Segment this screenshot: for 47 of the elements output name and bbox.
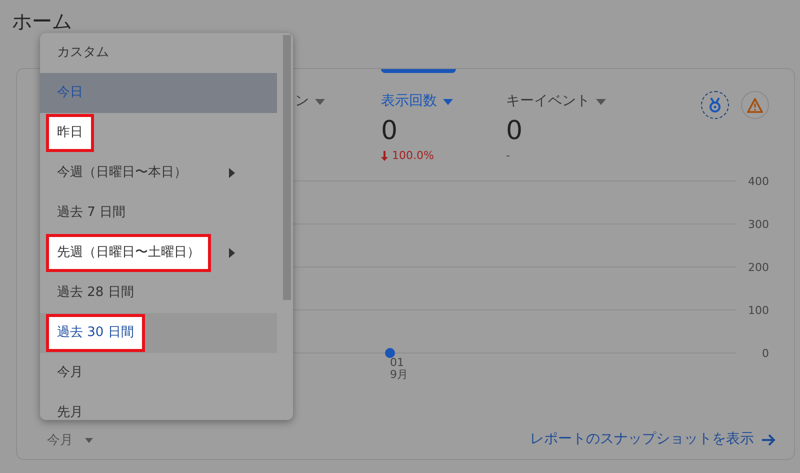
axis-tick-label: 01 9月 xyxy=(390,356,408,381)
menu-item[interactable]: 今月 xyxy=(40,353,277,393)
axis-tick-label: 200 xyxy=(748,261,769,274)
axis-tick-label: 0 xyxy=(762,347,769,360)
menu-item-label: カスタム xyxy=(56,44,110,62)
menu-item-label: 今日 xyxy=(56,84,84,102)
menu-item[interactable]: 先週（日曜日〜土曜日） xyxy=(40,233,277,273)
metric-value: 0 xyxy=(381,115,398,148)
arrow-right-icon xyxy=(762,434,776,446)
insights-icon[interactable] xyxy=(701,91,729,119)
caret-icon xyxy=(315,98,325,104)
menu-item[interactable]: 過去 28 日間 xyxy=(40,273,277,313)
report-link[interactable]: レポートのスナップショットを表示 xyxy=(530,429,776,450)
metric-tab[interactable]: 表示回数 xyxy=(381,91,453,112)
metric-tab[interactable]: ン xyxy=(295,91,325,112)
period-dropdown[interactable]: 今月 xyxy=(47,431,93,450)
data-point xyxy=(385,348,395,358)
menu-item-label: 昨日 xyxy=(46,114,94,152)
menu-item[interactable]: 昨日 xyxy=(40,113,277,153)
menu-item-label: 過去 30 日間 xyxy=(46,314,145,352)
axis-tick-label: 300 xyxy=(748,218,769,231)
menu-item-label: 過去 7 日間 xyxy=(56,204,127,222)
menu-item[interactable]: 今週（日曜日〜本日） xyxy=(40,153,277,193)
menu-item-label: 今週（日曜日〜本日） xyxy=(56,164,188,182)
metric-change: 100.0% xyxy=(392,148,434,164)
down-arrow-icon xyxy=(381,151,388,162)
axis-tick-label: 100 xyxy=(748,304,769,317)
axis-tick-label: 400 xyxy=(748,175,769,188)
submenu-arrow-icon xyxy=(229,168,235,178)
menu-item-label: 先月 xyxy=(56,404,84,420)
menu-item-label: 先週（日曜日〜土曜日） xyxy=(46,234,211,272)
scrollbar-thumb[interactable] xyxy=(283,35,291,300)
caret-icon xyxy=(85,438,93,444)
menu-item-label: 過去 28 日間 xyxy=(56,284,135,302)
submenu-arrow-icon xyxy=(229,248,235,258)
caret-icon xyxy=(443,98,453,104)
metric-change: - xyxy=(506,148,510,164)
page-title: ホーム xyxy=(12,8,73,35)
metric-value: 0 xyxy=(506,115,523,148)
menu-item[interactable]: 過去 30 日間 xyxy=(40,313,277,353)
menu-item[interactable]: 過去 7 日間 xyxy=(40,193,277,233)
menu-item[interactable]: カスタム xyxy=(40,33,277,73)
warning-icon[interactable] xyxy=(741,91,769,119)
menu-item-label: 今月 xyxy=(56,364,84,382)
menu-item[interactable]: 先月 xyxy=(40,393,277,420)
caret-icon xyxy=(596,98,606,104)
metric-tab[interactable]: キーイベント xyxy=(506,91,606,112)
